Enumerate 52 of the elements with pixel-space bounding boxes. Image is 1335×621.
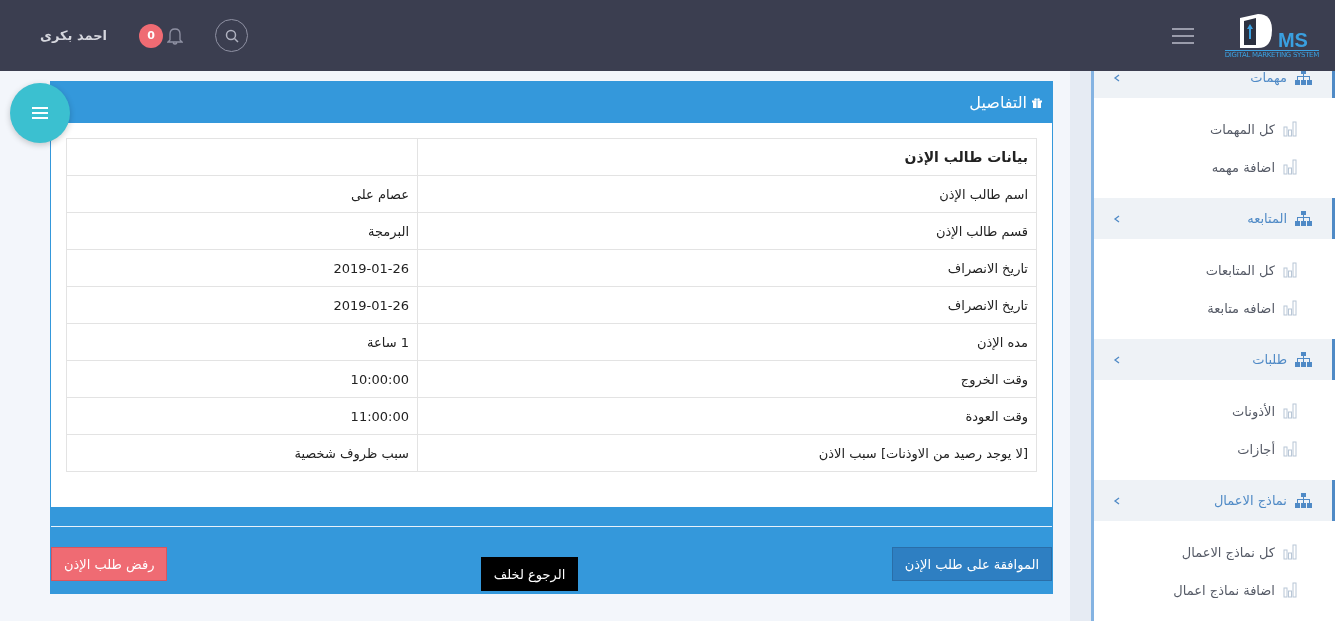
menu-button[interactable] <box>1171 27 1194 44</box>
table-cell: عصام على <box>66 175 418 213</box>
chart-icon <box>1283 441 1297 457</box>
table-cell: اسم طالب الإذن <box>417 175 1037 213</box>
table-cell: تاريخ الانصراف <box>417 286 1037 324</box>
sidebar-item[interactable]: الأذونات <box>1094 392 1335 430</box>
table-cell: [لا يوجد رصيد من الاوذنات] سبب الاذن <box>417 434 1037 472</box>
section-title: مهمات <box>1249 71 1287 85</box>
sitemap-icon <box>1295 352 1312 367</box>
table-cell: قسم طالب الإذن <box>417 212 1037 250</box>
sitemap-icon <box>1295 493 1312 508</box>
sidebar-item[interactable]: اضافة نماذج اعمال <box>1094 571 1335 609</box>
gift-icon <box>1032 97 1042 108</box>
sidebar-item[interactable]: كل المهمات <box>1094 110 1335 148</box>
table-cell: 2019-01-26 <box>66 286 418 324</box>
table-cell: 10:00:00 <box>66 360 418 398</box>
section-title: نماذج الاعمال <box>1212 493 1287 508</box>
table-cell: 11:00:00 <box>66 397 418 435</box>
sidebar-item[interactable]: كل المتابعات <box>1094 251 1335 289</box>
sitemap-icon <box>1295 71 1312 85</box>
table-cell: سبب ظروف شخصية <box>66 434 418 472</box>
menu-button[interactable] <box>10 83 70 143</box>
back-button[interactable]: الرجوع لخلف <box>480 557 579 591</box>
chart-icon <box>1283 159 1297 175</box>
sidebar-item[interactable]: أجازات <box>1094 430 1335 468</box>
section-title: طلبات <box>1251 352 1287 367</box>
sitemap-icon <box>1295 211 1312 226</box>
chart-icon <box>1283 544 1297 560</box>
table-cell: تاريخ الانصراف <box>417 249 1037 287</box>
approve-button[interactable]: الموافقة على طلب الإذن <box>891 547 1052 581</box>
sidebar-item[interactable]: اضافه متابعة <box>1094 289 1335 327</box>
bell-icon[interactable] <box>167 26 184 45</box>
table-cell: وقت العودة <box>417 397 1037 435</box>
menu-icon <box>32 107 48 119</box>
table-cell: البرمجة <box>66 212 418 250</box>
table-heading: بيانات طالب الإذن <box>417 138 1037 176</box>
user-name: احمد بكرى <box>40 28 108 43</box>
chart-icon <box>1283 121 1297 137</box>
notification-count: 0 <box>139 23 164 48</box>
section-title: المتابعه <box>1246 211 1287 226</box>
chart-icon <box>1283 403 1297 419</box>
table-cell: وقت الخروج <box>417 360 1037 398</box>
search-icon <box>224 28 239 43</box>
sidebar-item[interactable]: اضافة مهمه <box>1094 148 1335 186</box>
chart-icon <box>1283 300 1297 316</box>
chart-icon <box>1283 582 1297 598</box>
card-title: التفاصيل <box>969 93 1027 112</box>
table-cell: مده الإذن <box>417 323 1037 361</box>
table-cell: 1 ساعة <box>66 323 418 361</box>
chart-icon <box>1283 262 1297 278</box>
sidebar-item[interactable]: كل نماذج الاعمال <box>1094 533 1335 571</box>
table-cell: 2019-01-26 <box>66 249 418 287</box>
